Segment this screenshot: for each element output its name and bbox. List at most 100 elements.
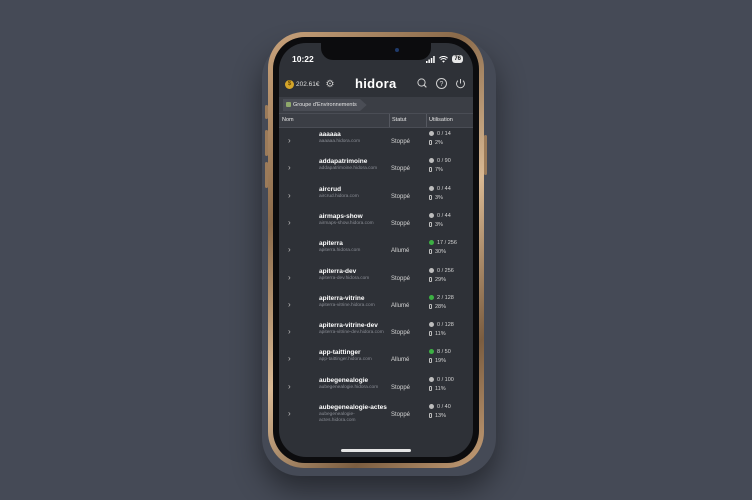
disk-icon [429, 276, 432, 282]
chevron-right-icon[interactable]: › [288, 300, 291, 309]
env-name: addapatrimoine [319, 158, 368, 166]
disk-value: 3% [435, 194, 443, 201]
cloudlets-usage: 0 / 14 [429, 131, 451, 137]
env-host[interactable]: aubegenealogie-actes.hidora.com [319, 412, 389, 424]
table-row[interactable]: › aaaaaa aaaaaa.hidora.com Stoppé 0 / 14 2% [279, 127, 473, 154]
mute-switch [265, 105, 268, 119]
chevron-right-icon[interactable]: › [288, 382, 291, 391]
column-header-usage[interactable]: Utilisation [429, 117, 453, 123]
status-dot-icon [429, 131, 434, 137]
table-row[interactable]: › addapatrimoine addapatrimoine.hidora.com… [279, 154, 473, 181]
env-status: Allumé [391, 302, 410, 309]
disk-icon [429, 331, 432, 337]
env-host[interactable]: aircrud.hidora.com [319, 194, 389, 200]
disk-icon [429, 303, 432, 309]
chevron-right-icon[interactable]: › [288, 409, 291, 418]
disk-icon [429, 413, 432, 419]
table-row[interactable]: › apiterra-vitrine apiterra-vitrine.hidora… [279, 291, 473, 318]
env-host[interactable]: apiterra-dev.hidora.com [319, 276, 389, 282]
env-status: Stoppé [391, 412, 411, 418]
help-icon[interactable]: ? [436, 78, 447, 89]
disk-icon [429, 221, 432, 227]
env-host[interactable]: apiterra-vitrine.hidora.com [319, 303, 389, 309]
cloudlets-value: 0 / 128 [437, 322, 454, 329]
table-row[interactable]: › apiterra-dev apiterra-dev.hidora.com Stop… [279, 264, 473, 291]
status-dot-icon [429, 349, 434, 355]
env-status: Stoppé [391, 384, 411, 391]
env-name: aircrud [319, 185, 342, 193]
table-row[interactable]: › aubegenealogie aubegenealogie.hidora.com… [279, 373, 473, 400]
disk-value: 3% [435, 221, 443, 228]
disk-usage: 19% [429, 358, 446, 364]
chevron-right-icon[interactable]: › [288, 245, 291, 254]
disk-icon [429, 249, 432, 255]
table-row[interactable]: › aircrud aircrud.hidora.com Stoppé 0 / 44 3% [279, 182, 473, 209]
cloudlets-value: 0 / 44 [437, 185, 451, 192]
breadcrumb-label: Groupe d'Environnements [293, 102, 357, 108]
table-row[interactable]: › airmaps-show airmaps-show.hidora.com Stop… [279, 209, 473, 236]
status-dot-icon [429, 158, 434, 164]
chevron-right-icon[interactable]: › [288, 136, 291, 145]
disk-usage: 28% [429, 304, 446, 310]
folder-icon [286, 102, 291, 107]
cloudlets-usage: 0 / 44 [429, 213, 451, 219]
disk-usage: 7% [429, 167, 443, 173]
disk-icon [429, 140, 432, 146]
column-divider [426, 114, 427, 127]
env-host[interactable]: aaaaaa.hidora.com [319, 139, 389, 145]
env-name: apiterra [319, 240, 343, 248]
env-status: Stoppé [391, 220, 411, 227]
table-row[interactable]: › apiterra apiterra.hidora.com Allumé 17 / 2… [279, 236, 473, 263]
cloudlets-value: 0 / 100 [437, 376, 454, 383]
chevron-right-icon[interactable]: › [288, 327, 291, 336]
env-name: apiterra-dev [319, 267, 357, 275]
env-status: Allumé [391, 248, 410, 255]
status-dot-icon [429, 212, 434, 218]
power-button [484, 135, 487, 175]
cloudlets-usage: 0 / 256 [429, 268, 454, 274]
env-name: app-taittinger [319, 349, 361, 357]
chevron-right-icon[interactable]: › [288, 218, 291, 227]
chevron-right-icon[interactable]: › [288, 191, 291, 200]
status-dot-icon [429, 322, 434, 328]
disk-usage: 2% [429, 140, 443, 146]
cloudlets-usage: 17 / 256 [429, 240, 457, 246]
battery-icon: 76 [452, 55, 463, 63]
gear-icon[interactable]: ⚙ [326, 79, 335, 90]
table-row[interactable]: › apiterra-vitrine-dev apiterra-vitrine-de… [279, 318, 473, 345]
column-header-status[interactable]: Statut [392, 117, 406, 123]
status-dot-icon [429, 267, 434, 273]
env-host[interactable]: aubegenealogie.hidora.com [319, 385, 389, 391]
cloudlets-value: 0 / 40 [437, 404, 451, 410]
chevron-right-icon[interactable]: › [288, 273, 291, 282]
breadcrumb-item-group[interactable]: Groupe d'Environnements [283, 99, 367, 111]
env-status: Stoppé [391, 330, 411, 337]
env-status: Stoppé [391, 166, 411, 173]
column-header-name[interactable]: Nom [282, 117, 294, 123]
disk-value: 11% [435, 385, 446, 392]
table-row[interactable]: › app-taittinger app-taittinger.hidora.com… [279, 345, 473, 372]
disk-usage: 29% [429, 277, 446, 283]
cloudlets-value: 0 / 90 [437, 158, 451, 165]
cloudlets-usage: 0 / 44 [429, 186, 451, 192]
status-icons: 76 [426, 54, 463, 64]
disk-value: 7% [435, 167, 443, 174]
disk-usage: 3% [429, 195, 443, 201]
env-host[interactable]: addapatrimoine.hidora.com [319, 166, 389, 172]
table-row[interactable]: › aubegenealogie-actes aubegenealogie-acte… [279, 400, 473, 427]
env-host[interactable]: apiterra-vitrine-dev.hidora.com [319, 330, 389, 336]
env-host[interactable]: apiterra.hidora.com [319, 248, 389, 254]
disk-value: 28% [435, 303, 447, 310]
power-icon[interactable] [455, 78, 466, 89]
disk-value: 13% [435, 413, 447, 419]
column-divider [389, 114, 390, 127]
env-host[interactable]: app-taittinger.hidora.com [319, 357, 389, 363]
disk-value: 30% [435, 249, 447, 256]
balance[interactable]: $ 202.61€ ⚙ [285, 79, 334, 90]
env-host[interactable]: airmaps-show.hidora.com [319, 221, 389, 227]
chevron-right-icon[interactable]: › [288, 354, 291, 363]
chevron-right-icon[interactable]: › [288, 163, 291, 172]
search-icon[interactable] [417, 78, 428, 89]
disk-icon [429, 358, 432, 364]
home-indicator[interactable] [341, 449, 411, 452]
